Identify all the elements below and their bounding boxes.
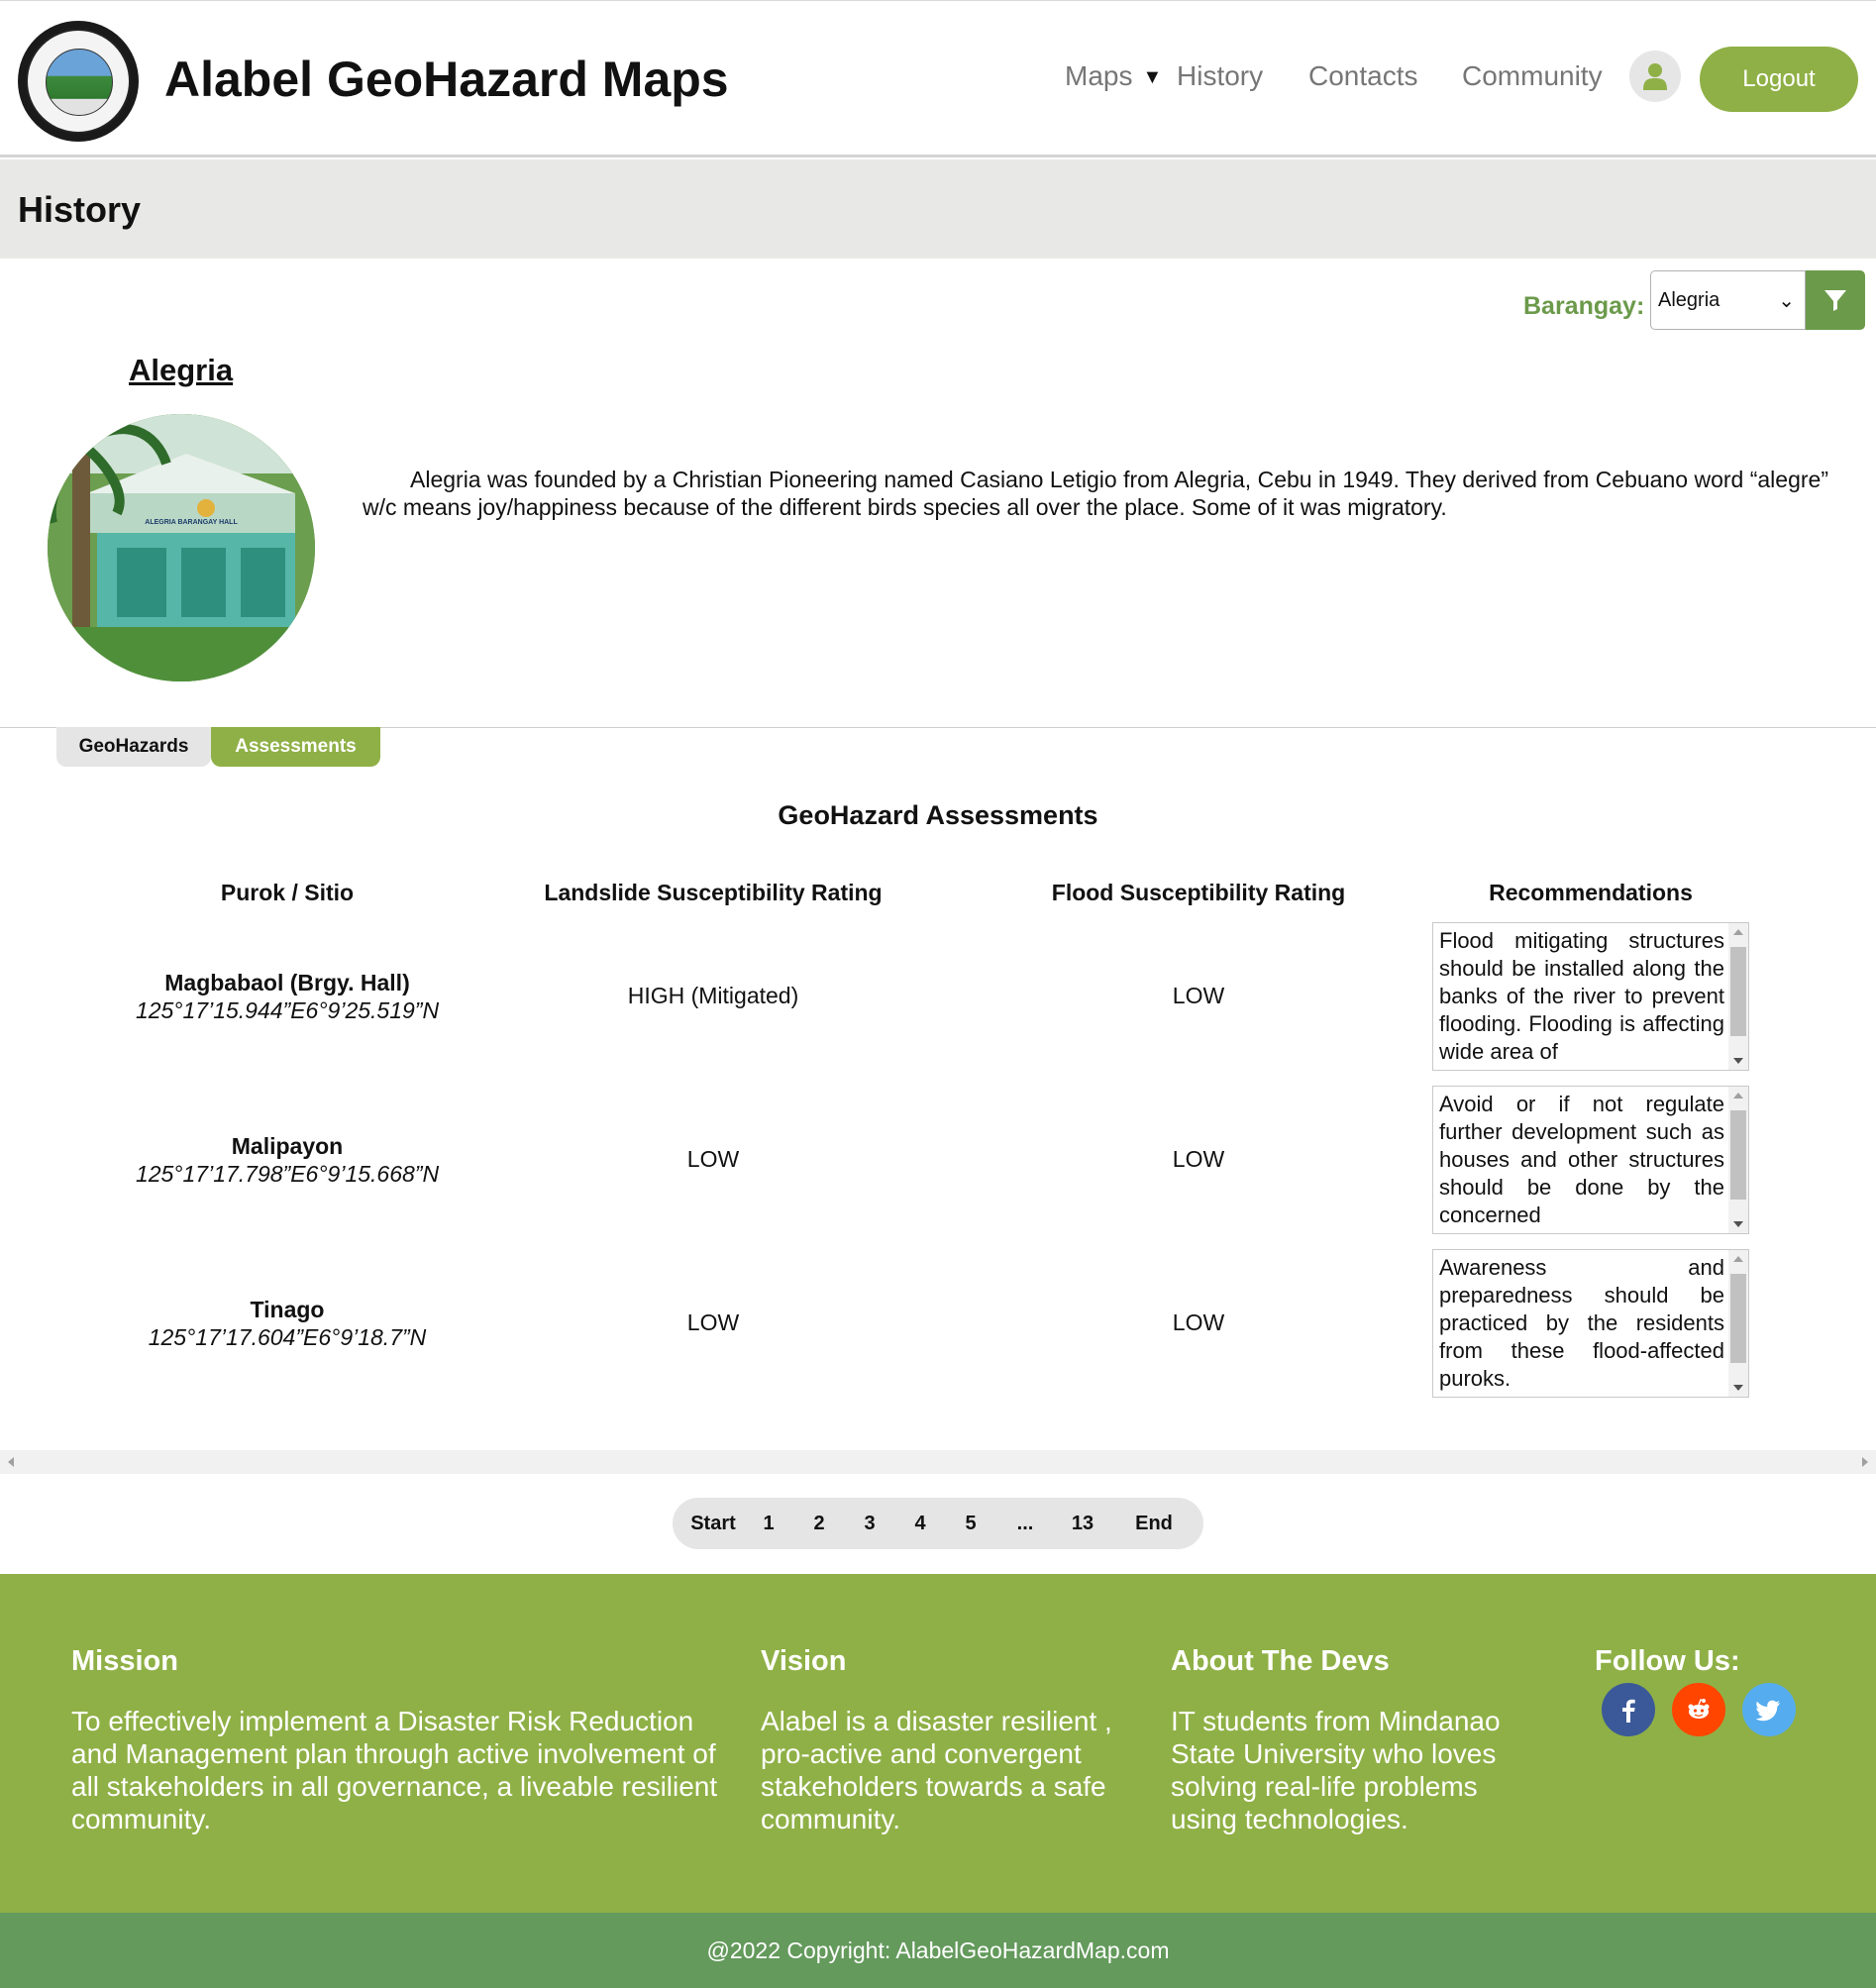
landslide-rating: HIGH (Mitigated) bbox=[627, 983, 799, 1008]
twitter-icon bbox=[1756, 1700, 1780, 1722]
scroll-thumb[interactable] bbox=[1730, 1274, 1746, 1363]
barangay-hall-sign: ALEGRIA BARANGAY HALL bbox=[145, 519, 238, 526]
nav-history[interactable]: History bbox=[1177, 60, 1263, 92]
barangay-hall-photo: ALEGRIA BARANGAY HALL bbox=[48, 414, 315, 681]
recommendation-scrollbar[interactable] bbox=[1728, 1250, 1748, 1397]
page-start-button[interactable]: Start bbox=[682, 1498, 744, 1549]
twitter-link[interactable] bbox=[1742, 1683, 1796, 1736]
purok-cell: Tinago 125°17’17.604”E6°9’18.7”N bbox=[99, 1296, 475, 1351]
footer-follow-title: Follow Us: bbox=[1595, 1645, 1740, 1677]
flood-rating: LOW bbox=[1172, 1146, 1225, 1172]
nav-contacts[interactable]: Contacts bbox=[1308, 60, 1418, 92]
scroll-thumb[interactable] bbox=[1730, 1110, 1746, 1200]
barangay-select-value: Alegria bbox=[1658, 289, 1720, 311]
seal-ring bbox=[26, 29, 131, 134]
filter-button[interactable] bbox=[1806, 270, 1865, 330]
barangay-filter-label: Barangay: bbox=[1523, 292, 1645, 320]
purok-coordinates: 125°17’15.944”E6°9’25.519”N bbox=[135, 997, 440, 1023]
scroll-down-arrow-icon[interactable] bbox=[1733, 1385, 1743, 1391]
seal-emblem bbox=[46, 49, 113, 116]
purok-coordinates: 125°17’17.798”E6°9’15.668”N bbox=[135, 1161, 440, 1187]
footer-about-text: IT students from Mindanao State Universi… bbox=[1171, 1706, 1501, 1834]
page-13-button[interactable]: 13 bbox=[1059, 1498, 1106, 1549]
scroll-thumb[interactable] bbox=[1730, 947, 1746, 1036]
chevron-down-icon: ⌄ bbox=[1778, 290, 1795, 312]
table-horizontal-scrollbar[interactable] bbox=[0, 1450, 1876, 1474]
purok-cell: Malipayon 125°17’17.798”E6°9’15.668”N bbox=[99, 1132, 475, 1188]
flood-rating: LOW bbox=[1172, 983, 1225, 1008]
column-header-recommendations: Recommendations bbox=[1489, 880, 1693, 905]
recommendation-scrollbar[interactable] bbox=[1728, 1087, 1748, 1233]
scroll-left-arrow-icon[interactable] bbox=[8, 1457, 14, 1467]
purok-name: Tinago bbox=[250, 1297, 325, 1322]
purok-name: Magbabaol (Brgy. Hall) bbox=[164, 970, 410, 995]
nav-maps-dropdown[interactable]: Maps ▼ bbox=[1065, 60, 1162, 92]
flood-rating: LOW bbox=[1172, 1309, 1225, 1335]
page-2-button[interactable]: 2 bbox=[802, 1498, 836, 1549]
scroll-up-arrow-icon[interactable] bbox=[1733, 1256, 1743, 1262]
recommendation-scrollbar[interactable] bbox=[1728, 923, 1748, 1070]
filter-icon bbox=[1824, 290, 1846, 311]
footer-vision-title: Vision bbox=[761, 1645, 847, 1677]
site-footer: Mission To effectively implement a Disas… bbox=[0, 1574, 1876, 1913]
tab-geohazards[interactable]: GeoHazards bbox=[56, 727, 211, 767]
page-1-button[interactable]: 1 bbox=[752, 1498, 785, 1549]
barangay-name: Alegria bbox=[129, 353, 234, 387]
barangay-select[interactable]: Alegria ⌄ bbox=[1650, 270, 1806, 330]
scroll-down-arrow-icon[interactable] bbox=[1733, 1058, 1743, 1064]
footer-about-title: About The Devs bbox=[1171, 1645, 1390, 1677]
page-ellipsis: ... bbox=[1016, 1513, 1034, 1534]
recommendation-box[interactable]: Avoid or if not regulate further develop… bbox=[1432, 1086, 1749, 1234]
recommendation-box[interactable]: Awareness and preparedness should be pra… bbox=[1432, 1249, 1749, 1398]
page-5-button[interactable]: 5 bbox=[954, 1498, 988, 1549]
footer-mission-text: To effectively implement a Disaster Risk… bbox=[71, 1706, 718, 1834]
scroll-up-arrow-icon[interactable] bbox=[1733, 929, 1743, 935]
reddit-icon bbox=[1688, 1699, 1710, 1719]
landslide-rating: LOW bbox=[686, 1309, 740, 1335]
scroll-up-arrow-icon[interactable] bbox=[1733, 1093, 1743, 1099]
page-title: History bbox=[18, 189, 142, 230]
barangay-description: Alegria was founded by a Christian Pione… bbox=[363, 467, 1828, 520]
logout-button[interactable]: Logout bbox=[1700, 47, 1858, 112]
table-row: Malipayon 125°17’17.798”E6°9’15.668”N LO… bbox=[0, 1085, 1876, 1234]
column-header-purok: Purok / Sitio bbox=[220, 880, 355, 905]
site-header: Alabel GeoHazard Maps Maps ▼ History Cont… bbox=[0, 1, 1876, 157]
table-row: Magbabaol (Brgy. Hall) 125°17’15.944”E6°… bbox=[0, 921, 1876, 1071]
user-icon bbox=[1643, 63, 1667, 90]
column-header-landslide: Landslide Susceptibility Rating bbox=[544, 880, 883, 905]
page-end-button[interactable]: End bbox=[1123, 1498, 1185, 1549]
purok-name: Malipayon bbox=[231, 1133, 344, 1159]
purok-cell: Magbabaol (Brgy. Hall) 125°17’15.944”E6°… bbox=[99, 969, 475, 1024]
page-3-button[interactable]: 3 bbox=[853, 1498, 886, 1549]
reddit-link[interactable] bbox=[1672, 1683, 1725, 1736]
facebook-link[interactable] bbox=[1602, 1683, 1655, 1736]
caret-down-icon: ▼ bbox=[1142, 66, 1163, 88]
table-row: Tinago 125°17’17.604”E6°9’18.7”N LOW LOW… bbox=[0, 1248, 1876, 1398]
footer-vision-text: Alabel is a disaster resilient , pro-act… bbox=[761, 1706, 1112, 1834]
scroll-right-arrow-icon[interactable] bbox=[1862, 1457, 1868, 1467]
tab-assessments[interactable]: Assessments bbox=[211, 727, 380, 767]
recommendation-text: Flood mitigating structures should be in… bbox=[1439, 928, 1724, 1064]
recommendation-box[interactable]: Flood mitigating structures should be in… bbox=[1432, 922, 1749, 1071]
page-title-band: History bbox=[0, 159, 1876, 259]
page-4-button[interactable]: 4 bbox=[903, 1498, 937, 1549]
column-header-flood: Flood Susceptibility Rating bbox=[1051, 880, 1346, 905]
municipal-seal-logo[interactable] bbox=[18, 21, 139, 142]
nav-maps-label: Maps bbox=[1065, 60, 1133, 91]
barangay-hall-illustration: ALEGRIA BARANGAY HALL bbox=[48, 414, 315, 681]
scroll-down-arrow-icon[interactable] bbox=[1733, 1221, 1743, 1227]
recommendation-text: Awareness and preparedness should be pra… bbox=[1439, 1255, 1724, 1391]
copyright-bar: @2022 Copyright: AlabelGeoHazardMap.com bbox=[0, 1913, 1876, 1988]
recommendation-text: Avoid or if not regulate further develop… bbox=[1439, 1092, 1724, 1227]
purok-coordinates: 125°17’17.604”E6°9’18.7”N bbox=[148, 1324, 427, 1350]
footer-mission-title: Mission bbox=[71, 1645, 178, 1677]
site-title[interactable]: Alabel GeoHazard Maps bbox=[164, 51, 729, 108]
landslide-rating: LOW bbox=[686, 1146, 740, 1172]
assessments-title: GeoHazard Assessments bbox=[778, 800, 1098, 830]
facebook-icon bbox=[1622, 1699, 1635, 1723]
user-avatar-button[interactable] bbox=[1629, 51, 1681, 102]
nav-community[interactable]: Community bbox=[1462, 60, 1603, 92]
pagination: Start 1 2 3 4 5 ... 13 End bbox=[673, 1498, 1203, 1549]
